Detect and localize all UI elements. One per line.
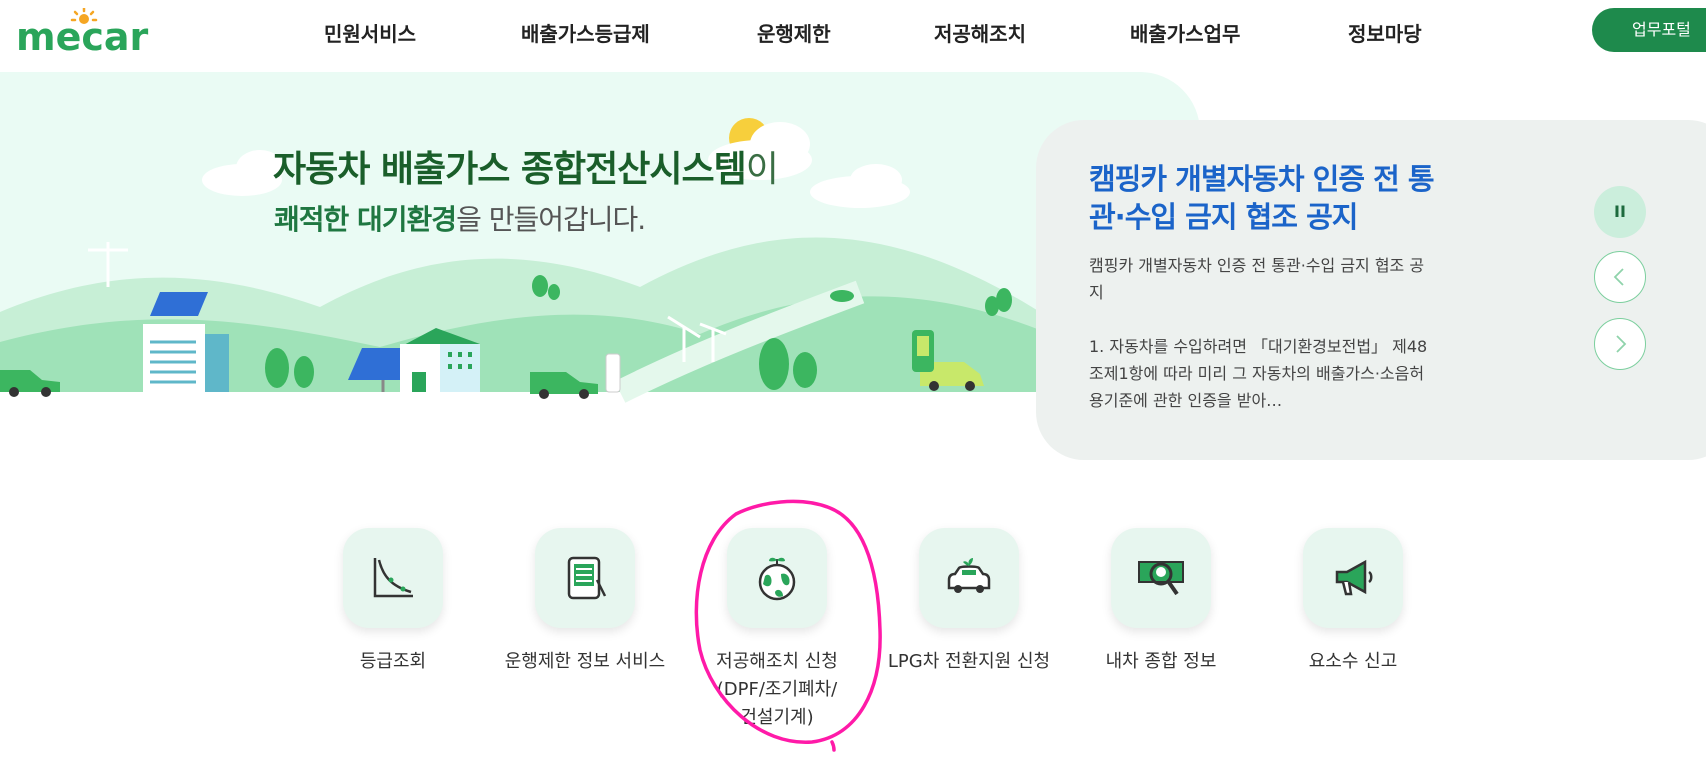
quick-driving-restriction[interactable] — [535, 528, 635, 628]
earth-sprout-icon — [758, 557, 796, 601]
slide-prev-button[interactable] — [1594, 251, 1646, 303]
quick-low-emission-apply[interactable] — [727, 528, 827, 628]
hero-headline-bold: 자동차 배출가스 종합전산시스템 — [273, 149, 747, 190]
hero-illustration — [0, 118, 1200, 428]
hero-subline-rest: 을 만들어갑니다. — [456, 203, 646, 236]
nav-emission-grade[interactable]: 배출가스등급제 — [521, 16, 650, 52]
nav-driving-restriction[interactable]: 운행제한 — [757, 16, 831, 52]
notice-detail: 1. 자동차를 수입하려면 「대기환경보전법」 제48조제1항에 따라 미리 그… — [1089, 337, 1428, 410]
tablet-pen-icon — [567, 556, 607, 600]
chart-curve-icon — [373, 558, 413, 598]
pause-icon: II — [1614, 202, 1626, 221]
quick-urea-report-label[interactable]: 요소수 신고 — [1243, 648, 1463, 676]
work-portal-button[interactable]: 업무포털 — [1592, 8, 1706, 52]
quick-lpg-conversion-label[interactable]: LPG차 전환지원 신청 — [859, 648, 1079, 676]
nav-emission-work[interactable]: 배출가스업무 — [1130, 16, 1240, 52]
nav-civil-service[interactable]: 민원서비스 — [324, 16, 416, 52]
hero-headline-suffix: 이 — [745, 149, 779, 190]
quick-grade-lookup-label[interactable]: 등급조회 — [283, 648, 503, 676]
hero-headline: 자동차 배출가스 종합전산시스템이 — [273, 140, 779, 192]
hero-subline: 쾌적한 대기환경을 만들어갑니다. — [274, 198, 646, 238]
quick-my-car-info[interactable] — [1111, 528, 1211, 628]
nav-info-board[interactable]: 정보마당 — [1348, 16, 1422, 52]
notice-summary: 캠핑카 개별자동차 인증 전 통관·수입 금지 협조 공지 — [1089, 256, 1425, 302]
slide-pause-button[interactable]: II — [1594, 186, 1646, 238]
quick-grade-lookup[interactable] — [343, 528, 443, 628]
chevron-left-icon — [1613, 268, 1624, 286]
money-search-icon — [1138, 561, 1184, 596]
chevron-right-icon — [1616, 335, 1627, 353]
hero-banner: 자동차 배출가스 종합전산시스템이 쾌적한 대기환경을 만들어갑니다. — [0, 72, 1200, 428]
eco-car-icon — [947, 558, 991, 593]
hero-subline-bold: 쾌적한 대기환경 — [274, 203, 457, 236]
notice-body[interactable]: 캠핑카 개별자동차 인증 전 통관·수입 금지 협조 공지 1. 자동차를 수입… — [1089, 252, 1429, 414]
nav-low-emission[interactable]: 저공해조치 — [934, 16, 1026, 52]
low-emission-label-text: 저공해조치 신청 (DPF/조기폐차/ 건설기계) — [716, 651, 838, 728]
mecar-logo[interactable]: mecar — [14, 8, 164, 58]
quick-urea-report[interactable] — [1303, 528, 1403, 628]
megaphone-icon — [1335, 559, 1373, 596]
quick-driving-restriction-label[interactable]: 운행제한 정보 서비스 — [475, 648, 695, 676]
notice-title[interactable]: 캠핑카 개별자동차 인증 전 통관·수입 금지 협조 공지 — [1089, 160, 1449, 236]
quick-low-emission-apply-label[interactable]: 저공해조치 신청 (DPF/조기폐차/ 건설기계) — [667, 648, 887, 732]
quick-my-car-info-label[interactable]: 내차 종합 정보 — [1051, 648, 1271, 676]
slide-next-button[interactable] — [1594, 318, 1646, 370]
quick-lpg-conversion[interactable] — [919, 528, 1019, 628]
header: mecar 민원서비스 배출가스등급제 운행제한 저공해조치 배출가스업무 정보… — [0, 0, 1706, 70]
